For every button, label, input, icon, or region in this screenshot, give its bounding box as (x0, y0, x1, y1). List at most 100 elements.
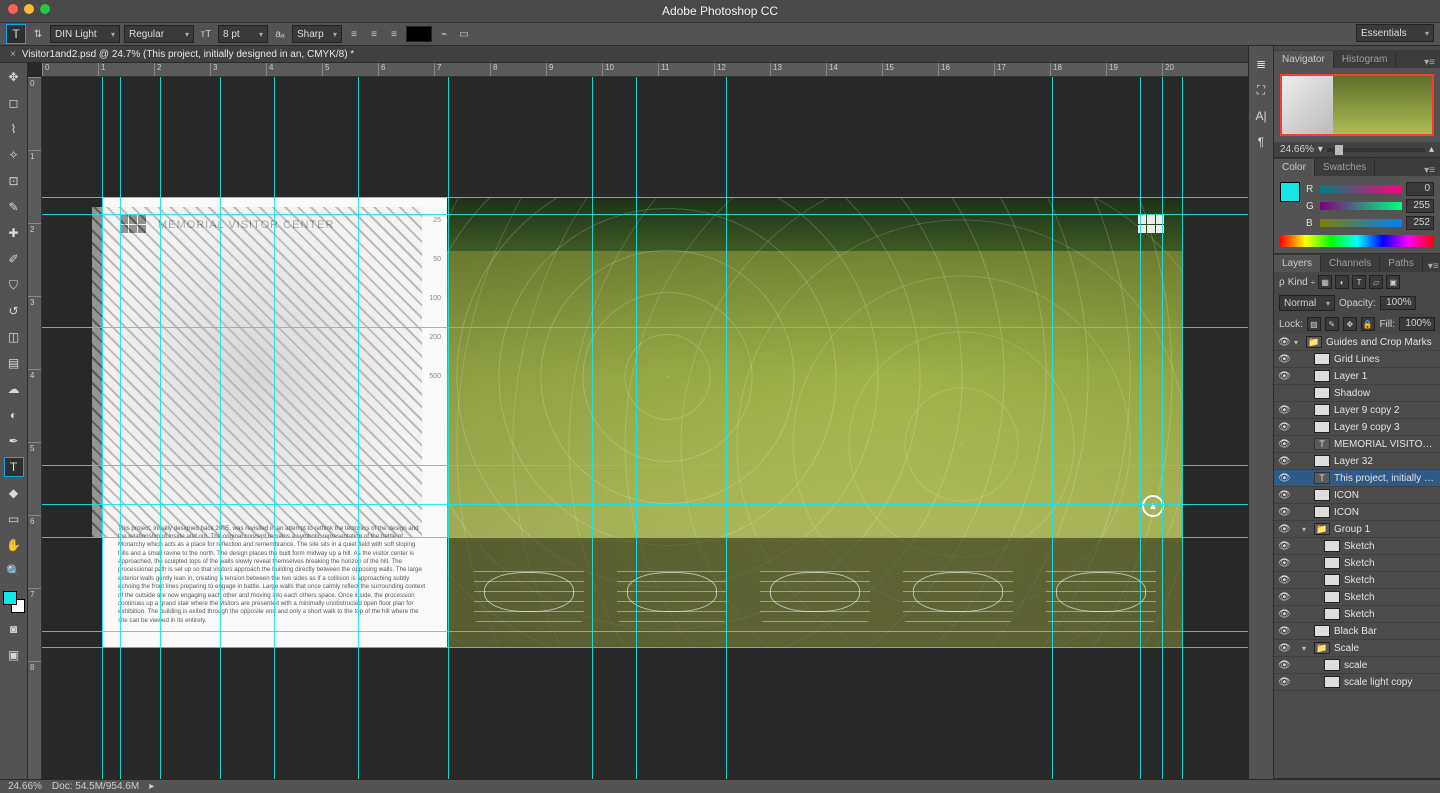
history-panel-icon[interactable]: ≣ (1251, 54, 1271, 74)
visibility-toggle-icon[interactable]: 👁 (1278, 524, 1290, 535)
lock-transparency-icon[interactable]: ▨ (1307, 317, 1321, 331)
layer-name[interactable]: This project, initially des... (1334, 473, 1436, 484)
layer-thumbnail[interactable] (1324, 574, 1340, 586)
blend-mode-select[interactable]: Normal (1279, 295, 1335, 311)
guide-horizontal[interactable] (42, 327, 1248, 328)
layer-thumbnail[interactable] (1324, 591, 1340, 603)
layer-name[interactable]: Shadow (1334, 388, 1436, 399)
layer-thumbnail[interactable] (1324, 608, 1340, 620)
visibility-toggle-icon[interactable]: 👁 (1278, 592, 1290, 603)
document-tab[interactable]: ×Visitor1and2.psd @ 24.7% (This project,… (6, 49, 358, 60)
visibility-toggle-icon[interactable]: 👁 (1278, 405, 1290, 416)
guide-vertical[interactable] (358, 77, 359, 779)
layer-thumbnail[interactable] (1314, 625, 1330, 637)
layer-name[interactable]: Layer 9 copy 2 (1334, 405, 1436, 416)
layer-row[interactable]: 👁ICON (1274, 487, 1440, 504)
zoom-out-icon[interactable]: ▾ (1318, 144, 1323, 155)
screen-mode-icon[interactable]: ▣ (4, 645, 24, 665)
layer-row[interactable]: 👁TMEMORIAL VISITOR CEN... (1274, 436, 1440, 453)
font-family-select[interactable]: DIN Light (50, 25, 120, 43)
layer-row[interactable]: 👁 Layer 9 copy 2 (1274, 402, 1440, 419)
layer-thumbnail[interactable] (1314, 489, 1330, 501)
layer-name[interactable]: Sketch (1344, 575, 1436, 586)
disclosure-arrow-icon[interactable]: ▾ (1302, 644, 1310, 653)
type-tool-icon[interactable]: T (4, 457, 24, 477)
fill-field[interactable]: 100% (1399, 317, 1435, 331)
visibility-toggle-icon[interactable]: 👁 (1278, 677, 1290, 688)
guide-vertical[interactable] (1182, 77, 1183, 779)
visibility-toggle-icon[interactable]: 👁 (1278, 337, 1290, 348)
character-panel-icon[interactable]: A| (1251, 106, 1271, 126)
layer-row[interactable]: Shadow (1274, 385, 1440, 402)
layer-thumbnail[interactable]: 📁 (1306, 336, 1322, 348)
layer-name[interactable]: Sketch (1344, 609, 1436, 620)
align-right-icon[interactable]: ≡ (386, 26, 402, 42)
color-b-slider[interactable] (1320, 219, 1402, 227)
layer-thumbnail[interactable] (1324, 540, 1340, 552)
clone-stamp-tool-icon[interactable]: ⛉ (4, 275, 24, 295)
guide-horizontal[interactable] (42, 504, 1248, 505)
gradient-tool-icon[interactable]: ▤ (4, 353, 24, 373)
healing-brush-tool-icon[interactable]: ✚ (4, 223, 24, 243)
layer-row[interactable]: 👁scale (1274, 657, 1440, 674)
zoom-level[interactable]: 24.66% (8, 781, 42, 792)
filter-adjust-icon[interactable]: ◐ (1335, 275, 1349, 289)
eyedropper-tool-icon[interactable]: ✎ (4, 197, 24, 217)
tab-color[interactable]: Color (1274, 159, 1315, 176)
layer-row[interactable]: 👁 Grid Lines (1274, 351, 1440, 368)
filter-type-icon[interactable]: T (1352, 275, 1366, 289)
color-r-slider[interactable] (1320, 185, 1402, 193)
layer-thumbnail[interactable] (1324, 659, 1340, 671)
guide-vertical[interactable] (1052, 77, 1053, 779)
layer-name[interactable]: Group 1 (1334, 524, 1436, 535)
panel-menu-icon[interactable]: ▾≡ (1419, 165, 1440, 176)
layer-thumbnail[interactable] (1314, 370, 1330, 382)
layer-name[interactable]: Black Bar (1334, 626, 1436, 637)
canvas-stage[interactable]: MEMORIAL VISITOR CENTER 2550100200500 Th… (42, 77, 1248, 779)
status-menu-icon[interactable]: ▸ (149, 781, 154, 792)
visibility-toggle-icon[interactable]: 👁 (1278, 473, 1290, 484)
tab-histogram[interactable]: Histogram (1334, 51, 1397, 68)
path-selection-tool-icon[interactable]: ◆ (4, 483, 24, 503)
layer-row[interactable]: 👁 Sketch (1274, 555, 1440, 572)
guide-vertical[interactable] (636, 77, 637, 779)
visibility-toggle-icon[interactable]: 👁 (1278, 626, 1290, 637)
crop-tool-icon[interactable]: ⊡ (4, 171, 24, 191)
layer-thumbnail[interactable] (1314, 455, 1330, 467)
layer-row[interactable]: 👁▾📁Guides and Crop Marks (1274, 334, 1440, 351)
layer-name[interactable]: Scale (1334, 643, 1436, 654)
layer-name[interactable]: Sketch (1344, 592, 1436, 603)
character-panel-icon[interactable]: ▭ (456, 26, 472, 42)
foreground-color-swatch[interactable] (1280, 182, 1300, 202)
text-orientation-icon[interactable]: ⇅ (30, 26, 46, 42)
layer-row[interactable]: 👁 Sketch (1274, 572, 1440, 589)
visibility-toggle-icon[interactable]: 👁 (1278, 558, 1290, 569)
visibility-toggle-icon[interactable]: 👁 (1278, 541, 1290, 552)
guide-vertical[interactable] (592, 77, 593, 779)
layer-name[interactable]: Sketch (1344, 558, 1436, 569)
fg-bg-color[interactable] (3, 591, 25, 613)
visibility-toggle-icon[interactable]: 👁 (1278, 354, 1290, 365)
visibility-toggle-icon[interactable]: 👁 (1278, 575, 1290, 586)
lasso-tool-icon[interactable]: ⌇ (4, 119, 24, 139)
layer-row[interactable]: 👁▾📁Scale (1274, 640, 1440, 657)
layer-thumbnail[interactable] (1314, 404, 1330, 416)
layer-name[interactable]: Grid Lines (1334, 354, 1436, 365)
paragraph-panel-icon[interactable]: ¶ (1251, 132, 1271, 152)
color-spectrum[interactable] (1280, 235, 1434, 247)
quick-mask-icon[interactable]: ◙ (4, 619, 24, 639)
guide-vertical[interactable] (448, 77, 449, 779)
close-tab-icon[interactable]: × (10, 49, 16, 60)
dodge-tool-icon[interactable]: ◐ (4, 405, 24, 425)
visibility-toggle-icon[interactable]: 👁 (1278, 456, 1290, 467)
layer-thumbnail[interactable]: T (1314, 438, 1330, 450)
disclosure-arrow-icon[interactable]: ▾ (1294, 338, 1302, 347)
layer-thumbnail[interactable] (1324, 676, 1340, 688)
guide-horizontal[interactable] (42, 631, 1248, 632)
magic-wand-tool-icon[interactable]: ✧ (4, 145, 24, 165)
workspace-switcher[interactable]: Essentials (1356, 24, 1434, 42)
layer-name[interactable]: scale (1344, 660, 1436, 671)
guide-vertical[interactable] (102, 77, 103, 779)
visibility-toggle-icon[interactable]: 👁 (1278, 507, 1290, 518)
tab-navigator[interactable]: Navigator (1274, 51, 1334, 68)
